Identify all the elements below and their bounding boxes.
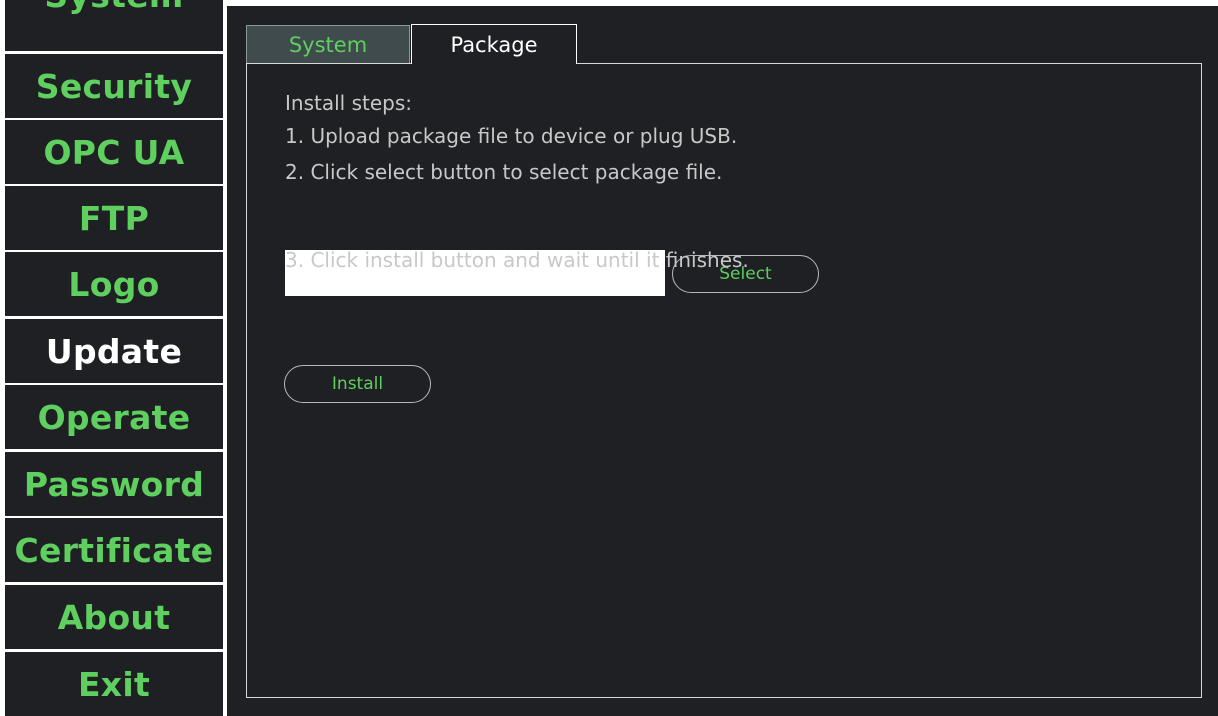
install-button[interactable]: Install (284, 365, 431, 403)
sidebar-item-label: Logo (68, 264, 160, 304)
sidebar-item-label: FTP (78, 198, 150, 238)
sidebar-item-logo[interactable]: Logo (5, 252, 223, 316)
sidebar-nav: System Security OPC UA FTP Logo Update O… (5, 0, 225, 716)
sidebar-item-about[interactable]: About (5, 585, 223, 649)
tab-label: Package (450, 32, 538, 57)
step-2-text: 2. Click select button to select package… (285, 160, 723, 184)
sidebar-item-label: Operate (37, 397, 191, 437)
package-panel: Install steps: 1. Upload package file to… (246, 63, 1202, 698)
tab-package[interactable]: Package (411, 24, 577, 64)
step-1-text: 1. Upload package file to device or plug… (285, 124, 738, 148)
sidebar-item-opc-ua[interactable]: OPC UA (5, 120, 223, 184)
sidebar-item-label: Password (23, 464, 205, 504)
sidebar-item-security[interactable]: Security (5, 54, 223, 118)
step-3-text: 3. Click install button and wait until i… (285, 248, 749, 272)
sidebar-item-ftp[interactable]: FTP (5, 186, 223, 250)
update-screen: System Security OPC UA FTP Logo Update O… (0, 0, 1218, 716)
sidebar-item-label: OPC UA (43, 132, 185, 172)
sidebar-item-operate[interactable]: Operate (5, 385, 223, 449)
sidebar-item-label: Security (35, 66, 193, 106)
sidebar-item-label: System (44, 0, 183, 15)
install-steps-heading: Install steps: (285, 91, 412, 115)
sidebar-item-label: Certificate (14, 530, 214, 570)
sidebar-item-password[interactable]: Password (5, 452, 223, 516)
main-content: System Package Install steps: 1. Upload … (227, 6, 1218, 716)
tab-label: System (288, 32, 368, 57)
sidebar-item-certificate[interactable]: Certificate (5, 518, 223, 582)
tab-system[interactable]: System (246, 25, 410, 63)
sidebar-item-label: Exit (77, 664, 151, 704)
sidebar-item-system[interactable]: System (5, 0, 223, 51)
sidebar-item-exit[interactable]: Exit (5, 652, 223, 716)
sidebar-item-label: About (57, 597, 171, 637)
sidebar-item-label: Update (45, 331, 183, 371)
sidebar-item-update[interactable]: Update (5, 319, 223, 383)
